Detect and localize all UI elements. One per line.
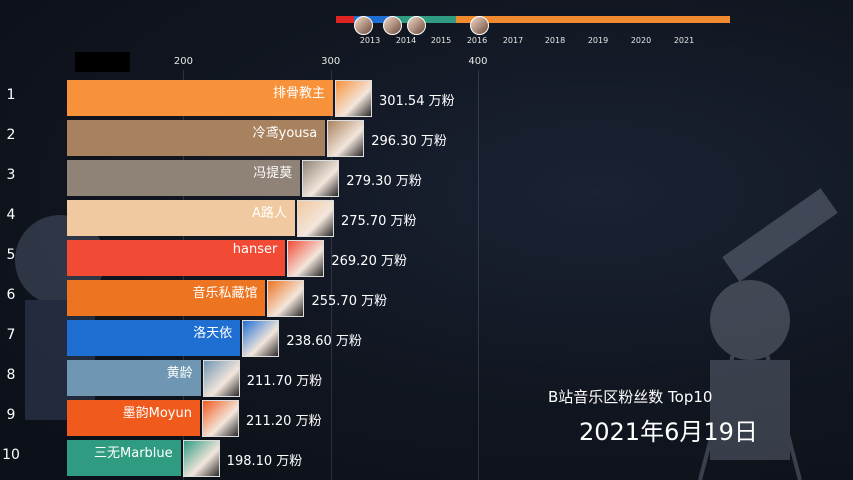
bar-value-label: 255.70 万粉 [311,294,388,309]
bar-value-label: 301.54 万粉 [378,94,455,109]
rank-label: 5 [6,247,16,263]
bar-category-label: 排骨教主 [272,86,325,101]
avatar-icon [201,400,239,437]
rank-label: 4 [6,207,16,223]
avatar-icon [302,160,340,197]
bar-category-label: A路人 [252,206,287,221]
timeline-year-label: 2021 [673,36,695,45]
chart-stage: 2013 2014 2015 2016 2017 2018 2019 2020 2021 200… [0,0,853,480]
timeline-segment [336,16,354,23]
timeline-avatar-icon [407,16,426,35]
avatar-icon [202,360,240,397]
x-grid-line [477,70,479,480]
bar: A路人 [67,200,295,236]
timeline-year-label: 2019 [587,36,609,45]
bar-category-label: 冯提莫 [253,166,293,181]
x-tick-label: 400 [468,56,488,67]
avatar-icon [267,280,305,317]
bar: 音乐私藏馆 [67,280,266,316]
timeline-segment [456,16,730,23]
rank-label: 2 [6,127,16,143]
timeline-year-label: 2014 [395,36,417,45]
timeline-avatar-icon [383,16,402,35]
bar-category-label: 音乐私藏馆 [192,286,258,301]
timeline-year-label: 2017 [502,36,524,45]
timeline-year-label: 2015 [430,36,452,45]
timeline-year-label: 2013 [359,36,381,45]
timeline-year-label: 2018 [544,36,566,45]
bar-value-label: 211.20 万粉 [245,414,322,429]
bar: 洛天依 [67,320,241,356]
bar-category-label: 三无Marblue [94,446,173,461]
rank-label: 8 [6,367,16,383]
bar: 三无Marblue [67,440,181,476]
avatar-icon [327,120,365,157]
x-tick-label: 200 [173,56,194,67]
rank-label: 6 [6,287,16,303]
bar-category-label: 冷鸢yousa [252,126,318,141]
rank-label: 10 [2,447,20,463]
avatar-icon [287,240,325,277]
bar-category-label: hanser [232,242,278,257]
bar-value-label: 269.20 万粉 [331,254,407,269]
bar-value-label: 198.10 万粉 [226,454,303,469]
avatar-icon [242,320,280,357]
bar-value-label: 238.60 万粉 [286,334,362,349]
bar-category-label: 墨韵Moyun [122,406,192,421]
bar: 墨韵Moyun [67,400,200,436]
bar-value-label: 296.30 万粉 [371,134,447,149]
bar: 冷鸢yousa [67,120,326,156]
x-tick-label: 300 [321,56,341,67]
bar: 黄龄 [67,360,201,396]
bar: 排骨教主 [67,80,333,116]
rank-label: 7 [6,327,16,343]
avatar-icon [334,80,372,117]
rank-label: 9 [6,407,16,423]
timeline-year-label: 2020 [630,36,652,45]
bar-category-label: 黄龄 [166,366,193,381]
bar: hanser [67,240,286,276]
bar-value-label: 275.70 万粉 [340,214,417,229]
rank-label: 1 [6,87,16,103]
chart-title: B站音乐区粉丝数 Top10 [548,388,713,406]
timeline-avatar-icon [354,16,373,35]
bar: 冯提莫 [67,160,301,196]
year-timeline: 2013 2014 2015 2016 2017 2018 2019 2020 2021 [336,14,730,54]
current-date: 2021年6月19日 [579,418,758,446]
redacted-box [75,52,130,72]
bar-value-label: 211.70 万粉 [246,374,323,389]
rank-label: 3 [6,167,16,183]
avatar-icon [182,440,220,477]
avatar-icon [296,200,334,237]
bar-category-label: 洛天依 [193,326,233,341]
bar-value-label: 279.30 万粉 [346,174,422,189]
timeline-segment [396,16,456,23]
timeline-avatar-icon [470,16,489,35]
timeline-year-label: 2016 [466,36,488,45]
